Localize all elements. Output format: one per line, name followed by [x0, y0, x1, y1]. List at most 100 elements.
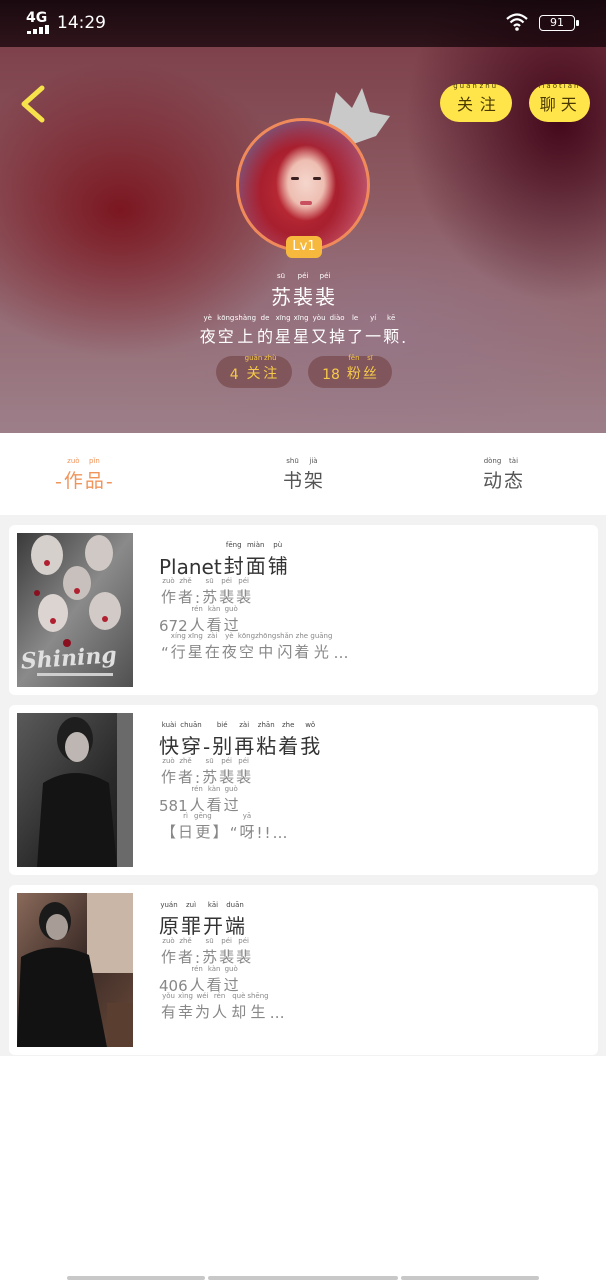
- char: 空: [217, 327, 234, 346]
- char: 原: [159, 914, 179, 938]
- char: 空: [238, 643, 254, 661]
- pinyin: chuān: [180, 721, 202, 729]
- pinyin: yā: [242, 812, 252, 820]
- ruby-char: shū 书: [282, 457, 303, 493]
- ruby-char: rén 人: [189, 965, 206, 995]
- char: 苏: [271, 285, 291, 309]
- fans-label: fěn 粉 sī 丝: [346, 354, 378, 383]
- pinyin: kē: [386, 314, 396, 322]
- work-card[interactable]: kuài 快 chuān 穿 - bié 别 zài 再 zhān 粘 zhe 着 wǒ 我 zuò 作 zh…: [9, 705, 598, 875]
- work-views: 581 rén 人 kàn 看 guò 过: [158, 785, 240, 815]
- pinyin: zhě: [179, 937, 192, 945]
- pinyin: yí: [370, 314, 377, 322]
- username: sū 苏 péi 裴 péi 裴: [0, 272, 606, 310]
- pinyin: sū: [205, 757, 214, 765]
- ruby-char: pù 铺: [267, 541, 289, 579]
- pinyin: xìng: [178, 992, 193, 1000]
- char: 作: [63, 470, 83, 492]
- char: 态: [504, 470, 524, 492]
- ruby-char: 581: [158, 788, 189, 815]
- tab-works[interactable]: - zuò 作 pǐn 品 -: [54, 457, 114, 493]
- pinyin: duān: [226, 901, 244, 909]
- ruby-char: jià 架: [303, 457, 324, 493]
- pinyin: kàn: [207, 605, 221, 613]
- char: 苏: [202, 948, 218, 966]
- char: 生: [250, 1003, 266, 1021]
- nav-gesture-bar: [401, 1276, 539, 1280]
- pinyin: sū: [205, 577, 214, 585]
- pinyin: [279, 815, 281, 824]
- ruby-char: !: [264, 815, 272, 842]
- work-description: 【 rì 日 gēng 更 】 “ yā 呀 ! ! …: [160, 812, 289, 842]
- fans-count-button[interactable]: 18 fěn 粉 sī 丝: [308, 354, 392, 388]
- ruby-char: …: [269, 995, 286, 1022]
- pinyin: zuò: [67, 457, 80, 465]
- pinyin: [258, 815, 260, 824]
- tab-bookshelf[interactable]: shū 书 jià 架: [282, 457, 324, 493]
- char: 动: [483, 470, 503, 492]
- work-title: yuán 原 zuì 罪 kāi 开 duān 端: [158, 901, 246, 939]
- pinyin: kàn: [207, 965, 221, 973]
- ruby-char: xīng 星: [274, 314, 292, 347]
- pinyin: sū: [276, 272, 286, 280]
- ruby-char: wǒ 我: [299, 721, 321, 759]
- ruby-char: 672: [158, 608, 189, 635]
- pinyin: yòu: [312, 314, 326, 322]
- pinyin: pù: [273, 541, 283, 549]
- work-author: zuò 作 zhě 者 : sū 苏 péi 裴 péi 裴: [160, 577, 252, 607]
- pinyin: kōng: [237, 632, 256, 640]
- following-count-button[interactable]: 4 guān 关 zhù 注: [216, 354, 292, 388]
- pinyin: zhān: [257, 721, 275, 729]
- ruby-char: rén 人: [211, 992, 228, 1022]
- char: 者: [178, 588, 194, 606]
- pinyin: yǒu: [162, 992, 175, 1000]
- char: 架: [304, 470, 324, 492]
- back-button[interactable]: [14, 82, 54, 126]
- chat-button[interactable]: liáo 聊 tiān 天: [529, 82, 590, 122]
- follow-button[interactable]: guān 关 zhù 注: [440, 82, 512, 122]
- char: 裴: [219, 948, 235, 966]
- pinyin: zhù: [263, 354, 277, 362]
- pinyin: [205, 726, 207, 735]
- pinyin: guò: [224, 605, 238, 613]
- pinyin: zhōng: [255, 632, 277, 640]
- pinyin: kàn: [207, 785, 221, 793]
- pinyin: [340, 635, 342, 644]
- ruby-char: -: [105, 462, 114, 493]
- work-views: 672 rén 人 kàn 看 guò 过: [158, 605, 240, 635]
- avatar[interactable]: [236, 118, 370, 252]
- pinyin: péi: [221, 577, 232, 585]
- char: 品: [84, 470, 104, 492]
- char: 了: [347, 327, 364, 346]
- tab-activity[interactable]: dòng 动 tài 态: [482, 457, 524, 493]
- pinyin: sī: [367, 354, 373, 362]
- char: 闪: [277, 643, 293, 661]
- char: 穿: [181, 734, 201, 758]
- ruby-char: miàn 面: [245, 541, 267, 579]
- pinyin: [189, 546, 191, 555]
- pinyin: xīng: [275, 314, 291, 322]
- ruby-char: péi 裴: [235, 577, 252, 607]
- ruby-char: guò 过: [223, 965, 240, 995]
- char: 裴: [219, 588, 235, 606]
- ruby-char: fěn 粉: [346, 354, 362, 383]
- work-card[interactable]: yuán 原 zuì 罪 kāi 开 duān 端 zuò 作 zhě 者 : sū 苏 péi 裴 péi 裴…: [9, 885, 598, 1055]
- pinyin: zài: [207, 632, 218, 640]
- char: 关: [456, 95, 475, 114]
- char: 呀: [239, 823, 255, 841]
- signal-icon: [27, 25, 51, 34]
- pinyin: zuò: [162, 577, 175, 585]
- pinyin: dòng: [483, 457, 502, 465]
- char: 裴: [236, 588, 252, 606]
- char: 快: [159, 734, 179, 758]
- ruby-char: chuān 穿: [180, 721, 202, 759]
- pinyin: xīng: [293, 314, 309, 322]
- pinyin: rén: [213, 992, 226, 1000]
- pinyin: [57, 462, 59, 471]
- ruby-char: kē 颗: [382, 314, 400, 347]
- char: 裴: [236, 948, 252, 966]
- char: 粉: [346, 366, 361, 382]
- ruby-char: zhù 注: [262, 354, 278, 383]
- pinyin: péi: [238, 577, 249, 585]
- work-card[interactable]: Shining Planet fēng 封 miàn 面 pù 铺 zuò 作 zhě 者 : sū…: [9, 525, 598, 695]
